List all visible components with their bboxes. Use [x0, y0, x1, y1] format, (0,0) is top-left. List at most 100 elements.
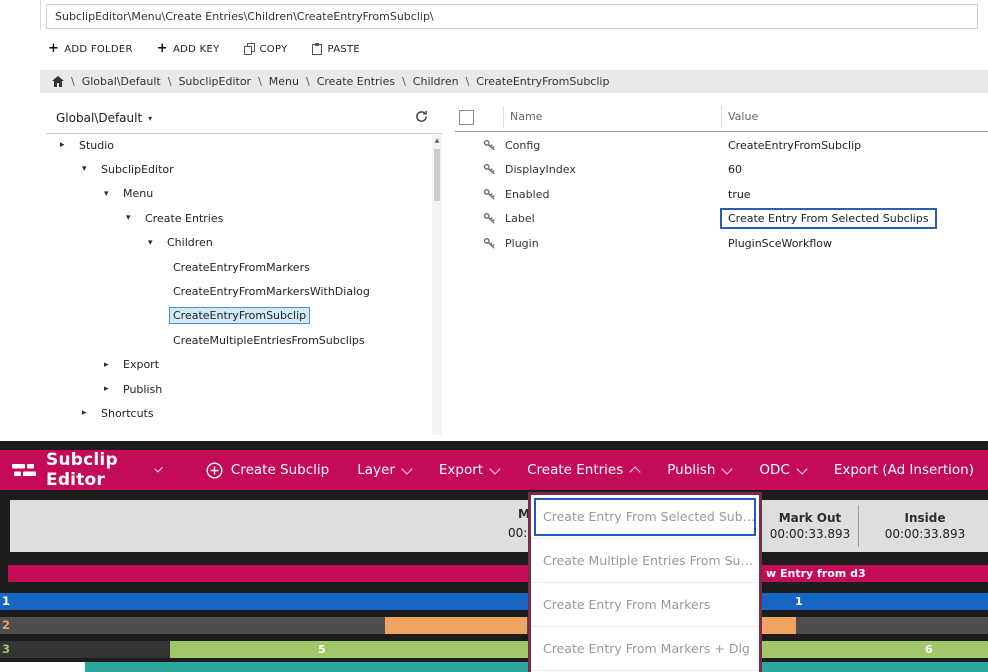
chevron-down-icon: [796, 463, 807, 474]
app-logo-icon[interactable]: [12, 462, 36, 478]
tree-item-createentryfromsubclip[interactable]: CreateEntryFromSubclip: [46, 306, 309, 326]
breadcrumb-separator: \: [306, 75, 310, 88]
table-row-displayindex[interactable]: DisplayIndex60: [455, 159, 988, 181]
timecode-divider: [858, 505, 859, 547]
tree-item-export[interactable]: ▸Export: [46, 355, 162, 375]
add-key-button[interactable]: +ADD KEY: [157, 44, 220, 55]
table-row-label[interactable]: LabelCreate Entry From Selected Subclips: [455, 208, 988, 230]
key-icon: [483, 139, 496, 152]
row-name: Config: [505, 139, 540, 152]
table-row-config[interactable]: Config CreateEntryFromSubclip: [455, 135, 988, 157]
tree-item-createmultipleentriesfromsubclips[interactable]: CreateMultipleEntriesFromSubclips: [46, 330, 368, 350]
tree-expanded-icon[interactable]: ▾: [148, 238, 164, 248]
panel-divider: [40, 0, 41, 30]
row-name: Enabled: [505, 188, 549, 201]
breadcrumb-segment-create-entries[interactable]: Create Entries: [317, 75, 395, 88]
home-icon[interactable]: [52, 76, 64, 87]
editor-stage: M 00:0 Mark Out00:00:33.893Inside00:00:3…: [0, 490, 988, 672]
table-row-enabled[interactable]: Enabled true: [455, 184, 988, 206]
chevron-down-icon: [722, 463, 733, 474]
tree-expanded-icon[interactable]: ▾: [82, 164, 98, 174]
tree-scrollbar[interactable]: [432, 135, 442, 435]
tree-item-studio[interactable]: ▸Studio: [46, 135, 117, 155]
breadcrumb-segment-global-default[interactable]: Global\Default: [82, 75, 161, 88]
column-header-value[interactable]: Value: [728, 110, 758, 123]
paste-button[interactable]: PASTE: [312, 43, 361, 55]
add-folder-button[interactable]: +ADD FOLDER: [48, 44, 133, 55]
menu-export[interactable]: Export: [425, 450, 513, 490]
clip-segment[interactable]: [762, 617, 796, 634]
path-input[interactable]: [46, 4, 978, 29]
tree-collapsed-icon[interactable]: ▸: [60, 140, 76, 150]
column-header-name[interactable]: Name: [510, 110, 542, 123]
track-number: 3: [2, 641, 10, 658]
menu-layer[interactable]: Layer: [343, 450, 425, 490]
tree-item-createentryfrommarkers[interactable]: CreateEntryFromMarkers: [46, 257, 313, 277]
tree-expanded-icon[interactable]: ▾: [104, 189, 120, 199]
breadcrumb-segment-menu[interactable]: Menu: [269, 75, 299, 88]
timecode-value: 00:00:33.893: [885, 527, 966, 541]
tree-item-children[interactable]: ▾Children: [46, 233, 216, 253]
tree-expanded-icon[interactable]: ▾: [126, 213, 142, 223]
chevron-down-icon[interactable]: [148, 114, 152, 123]
breadcrumb-segment-subclipeditor[interactable]: SubclipEditor: [178, 75, 251, 88]
menu-label: ODC: [759, 462, 789, 478]
tree-item-publish[interactable]: ▸Publish: [46, 379, 165, 399]
tree-item-subclipeditor[interactable]: ▾SubclipEditor: [46, 159, 177, 179]
tree-item-label: Publish: [120, 382, 165, 397]
menu-label: Export: [439, 462, 483, 478]
dropdown-item-create-entry-from-markers-dlg[interactable]: Create Entry From Markers + Dlg: [531, 627, 759, 671]
menu-create-entries[interactable]: Create Entries: [513, 450, 653, 490]
tree-item-menu[interactable]: ▾Menu: [46, 184, 156, 204]
row-value[interactable]: true: [728, 188, 751, 201]
timeline-ruler[interactable]: w Entry from d3: [8, 565, 988, 582]
plus-icon: +: [48, 44, 59, 54]
breadcrumb-segment-createentryfromsubclip[interactable]: CreateEntryFromSubclip: [476, 75, 609, 88]
menu-label: Publish: [667, 462, 715, 478]
menu-create-subclip[interactable]: Create Subclip: [192, 450, 343, 490]
clip-segment[interactable]: [0, 593, 988, 610]
menu-odc[interactable]: ODC: [745, 450, 819, 490]
breadcrumb-separator: \: [402, 75, 406, 88]
dropdown-item-create-multiple-entries-from-su[interactable]: Create Multiple Entries From Su…: [531, 539, 759, 583]
clip-segment[interactable]: [170, 641, 528, 658]
tree-collapsed-icon[interactable]: ▸: [82, 408, 98, 418]
select-all-checkbox[interactable]: [459, 110, 474, 125]
config-editor: +ADD FOLDER +ADD KEY COPY PASTE \ Global\Def…: [0, 0, 988, 441]
tree-item-label: Shortcuts: [98, 406, 157, 421]
ruler-entry-label: w Entry from d3: [766, 565, 866, 582]
screenshot-root: +ADD FOLDER +ADD KEY COPY PASTE \ Global\Def…: [0, 0, 988, 672]
row-value[interactable]: 60: [728, 163, 742, 176]
subclip-editor-app: Subclip Editor Create SubclipLayer Export…: [0, 441, 988, 672]
menu-publish[interactable]: Publish: [653, 450, 745, 490]
timeline-track-3: 563: [0, 641, 988, 658]
row-value[interactable]: CreateEntryFromSubclip: [728, 139, 861, 152]
tree-root-selector[interactable]: Global\Default: [56, 111, 142, 125]
menu-export-ad-insertion[interactable]: Export (Ad Insertion): [820, 450, 988, 490]
timecode-label: Inside: [905, 511, 946, 525]
tree-item-shortcuts[interactable]: ▸Shortcuts: [46, 403, 157, 423]
breadcrumb-segment-children[interactable]: Children: [413, 75, 459, 88]
tree-item-createentryfrommarkerswithdialog[interactable]: CreateEntryFromMarkersWithDialog: [46, 281, 373, 301]
refresh-icon[interactable]: [415, 110, 428, 123]
key-icon: [483, 212, 496, 225]
tree-item-label: SubclipEditor: [98, 162, 177, 177]
tree-collapsed-icon[interactable]: ▸: [104, 384, 120, 394]
tree-collapsed-icon[interactable]: ▸: [104, 360, 120, 370]
breadcrumb-separator: \: [258, 75, 262, 88]
app-menubar: Subclip Editor Create SubclipLayer Export…: [0, 450, 988, 490]
dropdown-item-create-entry-from-markers[interactable]: Create Entry From Markers: [531, 583, 759, 627]
copy-button[interactable]: COPY: [244, 43, 288, 55]
table-row-plugin[interactable]: PluginPluginSceWorkflow: [455, 233, 988, 255]
app-title[interactable]: Subclip Editor: [46, 450, 148, 490]
scrollbar-thumb[interactable]: [434, 149, 440, 201]
clip-segment[interactable]: [385, 617, 527, 634]
timecode-bar: M 00:0 Mark Out00:00:33.893Inside00:00:3…: [10, 500, 988, 552]
row-value[interactable]: PluginSceWorkflow: [728, 237, 832, 250]
tree-item-create-entries[interactable]: ▾Create Entries: [46, 208, 226, 228]
dropdown-item-create-entry-from-selected-sub[interactable]: Create Entry From Selected Sub…: [531, 495, 759, 539]
menu-items: Create SubclipLayer Export Create Entries P…: [192, 450, 988, 490]
clip-segment[interactable]: [762, 641, 988, 658]
chevron-down-icon[interactable]: [155, 464, 164, 473]
row-value[interactable]: Create Entry From Selected Subclips: [720, 208, 937, 229]
